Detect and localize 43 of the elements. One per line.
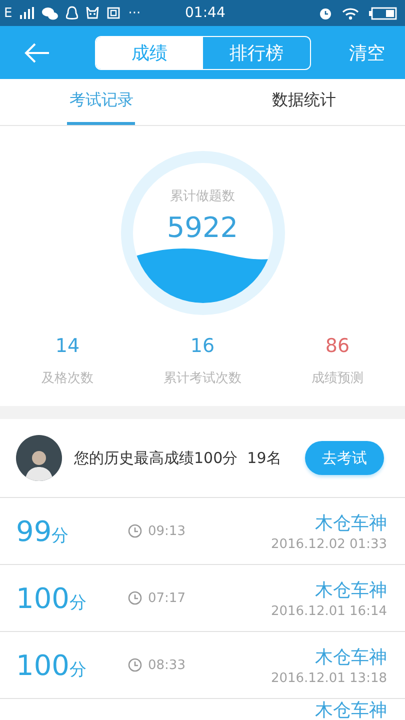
date-time: 2016.12.01 13:18: [270, 670, 387, 686]
gauge-value: 5922: [166, 211, 238, 244]
clock-icon: [128, 591, 142, 605]
user-name: 木仓车神: [315, 646, 387, 668]
score-value: 99分: [16, 514, 70, 548]
battery-icon: [369, 6, 397, 20]
stat-value: 16: [190, 335, 215, 357]
user-name: 木仓车神: [315, 578, 387, 602]
clear-button[interactable]: 清空: [349, 40, 385, 64]
stat-label: 成绩预测: [312, 370, 364, 387]
segment-tab[interactable]: 排行榜: [203, 37, 310, 69]
start-exam-button[interactable]: 去考试: [305, 441, 384, 475]
duration-text: 07:17: [148, 590, 186, 606]
score-value: 100分: [16, 648, 88, 682]
clock-time: 01:44: [185, 5, 226, 21]
score-value: 100分: [16, 582, 88, 614]
stat-label: 累计考试次数: [164, 370, 242, 387]
clock-icon: [128, 524, 142, 538]
stat-value: 14: [55, 335, 80, 357]
gauge-caption: 累计做题数: [170, 188, 235, 205]
user-name: 木仓车神: [315, 512, 387, 534]
date-time: 2016.12.02 01:33: [270, 536, 387, 552]
wifi-icon: [342, 6, 359, 20]
chat-icon: [42, 6, 58, 20]
penguin-icon: [66, 6, 78, 20]
segment-tab[interactable]: 成绩: [96, 37, 203, 69]
document-icon: [107, 7, 120, 19]
avatar: [16, 435, 62, 481]
stat-label: 及格次数: [42, 370, 94, 387]
duration-text: 08:33: [148, 658, 186, 672]
best-score-text: 您的历史最高成绩100分 19名: [74, 448, 282, 468]
network-type: E: [4, 6, 12, 20]
stat-value: 86: [325, 335, 350, 357]
user-name: 木仓车神: [315, 702, 387, 720]
tab[interactable]: 考试记录: [67, 79, 136, 125]
date-time: 2016.12.01 16:14: [270, 604, 387, 618]
back-arrow-icon: [24, 42, 50, 62]
alarm-icon: [319, 6, 332, 20]
clock-icon: [128, 658, 142, 672]
more-indicator: ···: [128, 6, 141, 20]
signal-icon: [20, 7, 34, 19]
tab[interactable]: 数据统计: [270, 79, 338, 125]
duration-text: 09:13: [148, 524, 186, 538]
